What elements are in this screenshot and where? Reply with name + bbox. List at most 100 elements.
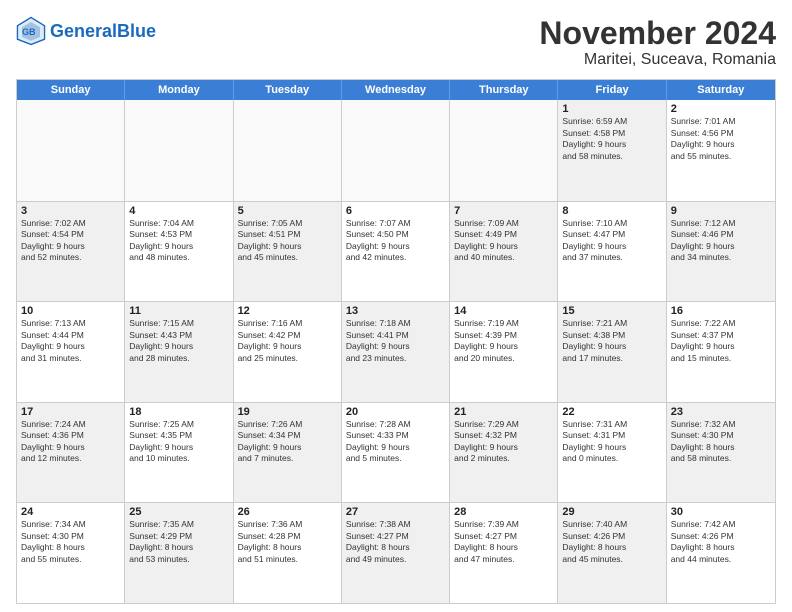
day-number: 20: [346, 406, 445, 418]
day-number: 4: [129, 205, 228, 217]
cell-info: Sunrise: 7:18 AM Sunset: 4:41 PM Dayligh…: [346, 318, 445, 364]
calendar-cell-day-16: 16Sunrise: 7:22 AM Sunset: 4:37 PM Dayli…: [667, 302, 775, 402]
cell-info: Sunrise: 7:26 AM Sunset: 4:34 PM Dayligh…: [238, 419, 337, 465]
calendar-cell-day-4: 4Sunrise: 7:04 AM Sunset: 4:53 PM Daylig…: [125, 202, 233, 302]
logo-general: General: [50, 21, 117, 41]
day-number: 24: [21, 506, 120, 518]
calendar-cell-day-7: 7Sunrise: 7:09 AM Sunset: 4:49 PM Daylig…: [450, 202, 558, 302]
cell-info: Sunrise: 7:07 AM Sunset: 4:50 PM Dayligh…: [346, 218, 445, 264]
logo-blue: Blue: [117, 21, 156, 41]
calendar-cell-day-3: 3Sunrise: 7:02 AM Sunset: 4:54 PM Daylig…: [17, 202, 125, 302]
day-number: 3: [21, 205, 120, 217]
day-number: 29: [562, 506, 661, 518]
calendar-cell-day-1: 1Sunrise: 6:59 AM Sunset: 4:58 PM Daylig…: [558, 100, 666, 201]
cell-info: Sunrise: 7:38 AM Sunset: 4:27 PM Dayligh…: [346, 519, 445, 565]
day-number: 16: [671, 305, 771, 317]
calendar-cell-day-25: 25Sunrise: 7:35 AM Sunset: 4:29 PM Dayli…: [125, 503, 233, 603]
calendar-cell-day-9: 9Sunrise: 7:12 AM Sunset: 4:46 PM Daylig…: [667, 202, 775, 302]
cell-info: Sunrise: 7:24 AM Sunset: 4:36 PM Dayligh…: [21, 419, 120, 465]
calendar-cell-day-5: 5Sunrise: 7:05 AM Sunset: 4:51 PM Daylig…: [234, 202, 342, 302]
cell-info: Sunrise: 7:32 AM Sunset: 4:30 PM Dayligh…: [671, 419, 771, 465]
calendar-cell-day-23: 23Sunrise: 7:32 AM Sunset: 4:30 PM Dayli…: [667, 403, 775, 503]
header: GB GeneralBlue November 2024 Maritei, Su…: [16, 16, 776, 69]
page-subtitle: Maritei, Suceava, Romania: [539, 51, 776, 69]
logo-text: GeneralBlue: [50, 22, 156, 40]
calendar-cell-day-30: 30Sunrise: 7:42 AM Sunset: 4:26 PM Dayli…: [667, 503, 775, 603]
cell-info: Sunrise: 7:25 AM Sunset: 4:35 PM Dayligh…: [129, 419, 228, 465]
day-number: 28: [454, 506, 553, 518]
calendar-cell-day-12: 12Sunrise: 7:16 AM Sunset: 4:42 PM Dayli…: [234, 302, 342, 402]
cell-info: Sunrise: 7:42 AM Sunset: 4:26 PM Dayligh…: [671, 519, 771, 565]
calendar-row-3: 10Sunrise: 7:13 AM Sunset: 4:44 PM Dayli…: [17, 301, 775, 402]
calendar-cell-day-22: 22Sunrise: 7:31 AM Sunset: 4:31 PM Dayli…: [558, 403, 666, 503]
cell-info: Sunrise: 7:19 AM Sunset: 4:39 PM Dayligh…: [454, 318, 553, 364]
day-number: 5: [238, 205, 337, 217]
page-title: November 2024: [539, 16, 776, 51]
page: GB GeneralBlue November 2024 Maritei, Su…: [0, 0, 792, 612]
calendar-row-4: 17Sunrise: 7:24 AM Sunset: 4:36 PM Dayli…: [17, 402, 775, 503]
cell-info: Sunrise: 7:36 AM Sunset: 4:28 PM Dayligh…: [238, 519, 337, 565]
calendar-cell-day-27: 27Sunrise: 7:38 AM Sunset: 4:27 PM Dayli…: [342, 503, 450, 603]
day-number: 30: [671, 506, 771, 518]
header-day-wednesday: Wednesday: [342, 80, 450, 100]
calendar: SundayMondayTuesdayWednesdayThursdayFrid…: [16, 79, 776, 604]
calendar-cell-day-8: 8Sunrise: 7:10 AM Sunset: 4:47 PM Daylig…: [558, 202, 666, 302]
cell-info: Sunrise: 7:15 AM Sunset: 4:43 PM Dayligh…: [129, 318, 228, 364]
day-number: 21: [454, 406, 553, 418]
calendar-cell-day-20: 20Sunrise: 7:28 AM Sunset: 4:33 PM Dayli…: [342, 403, 450, 503]
calendar-cell-day-26: 26Sunrise: 7:36 AM Sunset: 4:28 PM Dayli…: [234, 503, 342, 603]
cell-info: Sunrise: 7:04 AM Sunset: 4:53 PM Dayligh…: [129, 218, 228, 264]
cell-info: Sunrise: 7:01 AM Sunset: 4:56 PM Dayligh…: [671, 116, 771, 162]
calendar-cell-day-17: 17Sunrise: 7:24 AM Sunset: 4:36 PM Dayli…: [17, 403, 125, 503]
calendar-cell-day-2: 2Sunrise: 7:01 AM Sunset: 4:56 PM Daylig…: [667, 100, 775, 201]
title-block: November 2024 Maritei, Suceava, Romania: [539, 16, 776, 69]
calendar-cell-day-11: 11Sunrise: 7:15 AM Sunset: 4:43 PM Dayli…: [125, 302, 233, 402]
day-number: 15: [562, 305, 661, 317]
calendar-cell-empty: [17, 100, 125, 201]
cell-info: Sunrise: 7:16 AM Sunset: 4:42 PM Dayligh…: [238, 318, 337, 364]
calendar-body: 1Sunrise: 6:59 AM Sunset: 4:58 PM Daylig…: [17, 100, 775, 603]
cell-info: Sunrise: 7:34 AM Sunset: 4:30 PM Dayligh…: [21, 519, 120, 565]
cell-info: Sunrise: 7:31 AM Sunset: 4:31 PM Dayligh…: [562, 419, 661, 465]
day-number: 1: [562, 103, 661, 115]
calendar-cell-day-24: 24Sunrise: 7:34 AM Sunset: 4:30 PM Dayli…: [17, 503, 125, 603]
day-number: 26: [238, 506, 337, 518]
cell-info: Sunrise: 7:12 AM Sunset: 4:46 PM Dayligh…: [671, 218, 771, 264]
day-number: 9: [671, 205, 771, 217]
day-number: 19: [238, 406, 337, 418]
calendar-cell-day-14: 14Sunrise: 7:19 AM Sunset: 4:39 PM Dayli…: [450, 302, 558, 402]
header-day-saturday: Saturday: [667, 80, 775, 100]
day-number: 6: [346, 205, 445, 217]
cell-info: Sunrise: 7:40 AM Sunset: 4:26 PM Dayligh…: [562, 519, 661, 565]
header-day-friday: Friday: [558, 80, 666, 100]
day-number: 13: [346, 305, 445, 317]
day-number: 27: [346, 506, 445, 518]
day-number: 7: [454, 205, 553, 217]
calendar-row-5: 24Sunrise: 7:34 AM Sunset: 4:30 PM Dayli…: [17, 502, 775, 603]
calendar-cell-empty: [234, 100, 342, 201]
calendar-cell-day-18: 18Sunrise: 7:25 AM Sunset: 4:35 PM Dayli…: [125, 403, 233, 503]
day-number: 23: [671, 406, 771, 418]
cell-info: Sunrise: 7:29 AM Sunset: 4:32 PM Dayligh…: [454, 419, 553, 465]
cell-info: Sunrise: 7:22 AM Sunset: 4:37 PM Dayligh…: [671, 318, 771, 364]
calendar-row-2: 3Sunrise: 7:02 AM Sunset: 4:54 PM Daylig…: [17, 201, 775, 302]
calendar-cell-empty: [342, 100, 450, 201]
day-number: 12: [238, 305, 337, 317]
day-number: 11: [129, 305, 228, 317]
calendar-cell-day-13: 13Sunrise: 7:18 AM Sunset: 4:41 PM Dayli…: [342, 302, 450, 402]
calendar-cell-day-15: 15Sunrise: 7:21 AM Sunset: 4:38 PM Dayli…: [558, 302, 666, 402]
cell-info: Sunrise: 7:35 AM Sunset: 4:29 PM Dayligh…: [129, 519, 228, 565]
header-day-sunday: Sunday: [17, 80, 125, 100]
day-number: 17: [21, 406, 120, 418]
header-day-tuesday: Tuesday: [234, 80, 342, 100]
calendar-cell-day-19: 19Sunrise: 7:26 AM Sunset: 4:34 PM Dayli…: [234, 403, 342, 503]
day-number: 22: [562, 406, 661, 418]
calendar-cell-empty: [450, 100, 558, 201]
calendar-cell-day-6: 6Sunrise: 7:07 AM Sunset: 4:50 PM Daylig…: [342, 202, 450, 302]
calendar-row-1: 1Sunrise: 6:59 AM Sunset: 4:58 PM Daylig…: [17, 100, 775, 201]
cell-info: Sunrise: 7:28 AM Sunset: 4:33 PM Dayligh…: [346, 419, 445, 465]
cell-info: Sunrise: 6:59 AM Sunset: 4:58 PM Dayligh…: [562, 116, 661, 162]
cell-info: Sunrise: 7:05 AM Sunset: 4:51 PM Dayligh…: [238, 218, 337, 264]
calendar-header: SundayMondayTuesdayWednesdayThursdayFrid…: [17, 80, 775, 100]
calendar-cell-day-10: 10Sunrise: 7:13 AM Sunset: 4:44 PM Dayli…: [17, 302, 125, 402]
